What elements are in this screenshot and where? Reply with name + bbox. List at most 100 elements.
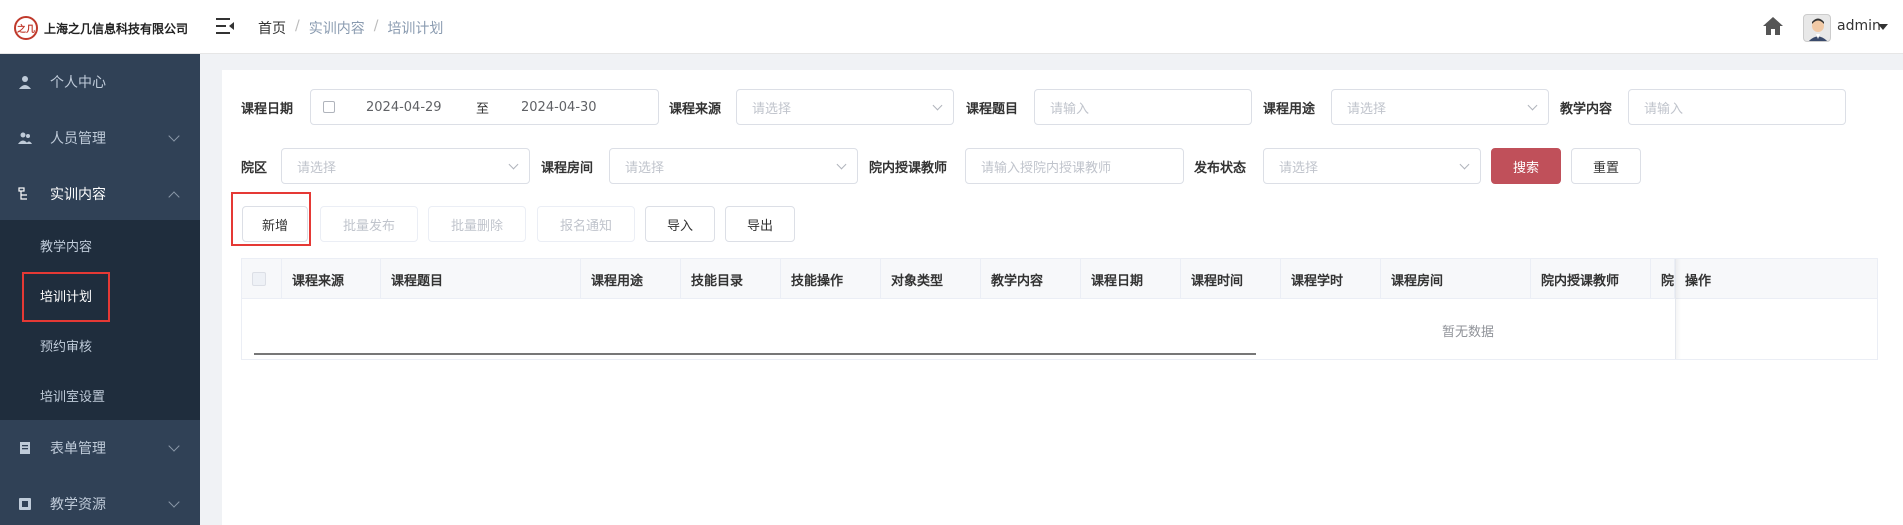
input-placeholder: 请输入 — [1644, 101, 1684, 117]
sidebar-item-label: 教学资源 — [50, 497, 106, 513]
chevron-down-icon — [168, 440, 180, 452]
export-button[interactable]: 导出 — [725, 206, 795, 242]
submenu-item-label: 预约审核 — [40, 339, 93, 355]
input-placeholder: 请输入授院内授课教师 — [981, 160, 1112, 176]
chevron-down-icon — [168, 496, 180, 508]
chevron-up-icon — [168, 191, 180, 203]
chevron-down-icon — [836, 159, 847, 170]
horizontal-scrollbar[interactable] — [254, 353, 1256, 355]
user-name[interactable]: admin — [1837, 18, 1881, 34]
breadcrumb-training-content[interactable]: 实训内容 — [309, 18, 365, 38]
breadcrumb-home[interactable]: 首页 — [258, 18, 286, 38]
submenu-item-reservation-review[interactable]: 预约审核 — [0, 320, 200, 370]
select-placeholder: 请选择 — [297, 160, 337, 176]
submenu-item-label: 教学内容 — [40, 239, 93, 255]
user-icon — [19, 76, 31, 89]
column-header[interactable]: 技能操作 — [781, 259, 881, 299]
publish-status-select[interactable]: 请选择 — [1263, 148, 1481, 184]
sidebar-item-personal-center[interactable]: 个人中心 — [0, 54, 200, 110]
column-header[interactable]: 院内授课教师 — [1531, 259, 1651, 299]
submenu-item-room-settings[interactable]: 培训室设置 — [0, 370, 200, 420]
publish-status-label: 发布状态 — [1194, 161, 1247, 176]
form-icon — [20, 442, 30, 454]
caret-down-icon[interactable] — [1878, 24, 1888, 30]
column-header[interactable]: 对象类型 — [881, 259, 981, 299]
batch-publish-button[interactable]: 批量发布 — [320, 206, 418, 242]
sidebar-item-label: 表单管理 — [50, 441, 106, 457]
chevron-down-icon — [1527, 100, 1538, 111]
select-placeholder: 请选择 — [1279, 160, 1319, 176]
select-all-checkbox[interactable] — [252, 272, 266, 286]
top-header: 之几 上海之几信息科技有限公司 首页 / 实训内容 / 培训计划 admin — [0, 0, 1903, 54]
course-use-select[interactable]: 请选择 — [1331, 89, 1549, 125]
chevron-down-icon — [508, 159, 519, 170]
column-header[interactable]: 课程来源 — [282, 259, 381, 299]
submenu-item-label: 培训室设置 — [40, 389, 106, 405]
chevron-down-icon — [1459, 159, 1470, 170]
course-use-label: 课程用途 — [1263, 102, 1316, 117]
sidebar-item-teaching-resources[interactable]: 教学资源 — [0, 476, 200, 525]
column-header[interactable]: 课程题目 — [381, 259, 581, 299]
breadcrumb: 首页 / 实训内容 / 培训计划 — [258, 18, 444, 38]
table-header: 课程来源 课程题目 课程用途 技能目录 技能操作 对象类型 教学内容 课程日期 … — [242, 259, 1877, 299]
column-header[interactable]: 课程日期 — [1081, 259, 1181, 299]
column-header[interactable]: 课程用途 — [581, 259, 681, 299]
sidebar-item-personnel[interactable]: 人员管理 — [0, 110, 200, 166]
data-table: 课程来源 课程题目 课程用途 技能目录 技能操作 对象类型 教学内容 课程日期 … — [241, 258, 1878, 360]
sidebar-item-label: 个人中心 — [50, 75, 106, 91]
chevron-down-icon — [932, 100, 943, 111]
sidebar-item-form-management[interactable]: 表单管理 — [0, 420, 200, 476]
search-button[interactable]: 搜索 — [1491, 148, 1561, 184]
company-name: 上海之几信息科技有限公司 — [44, 21, 189, 36]
menu-toggle-icon[interactable] — [216, 18, 234, 34]
teacher-input[interactable]: 请输入授院内授课教师 — [965, 148, 1184, 184]
submenu-item-teaching-content[interactable]: 教学内容 — [0, 220, 200, 270]
course-source-select[interactable]: 请选择 — [736, 89, 954, 125]
teach-content-label: 教学内容 — [1560, 102, 1613, 117]
campus-select[interactable]: 请选择 — [281, 148, 530, 184]
home-icon[interactable] — [1762, 16, 1784, 36]
breadcrumb-training-plan: 培训计划 — [387, 21, 444, 37]
resource-icon — [19, 498, 31, 510]
input-placeholder: 请输入 — [1050, 101, 1090, 117]
signup-notice-button[interactable]: 报名通知 — [537, 206, 635, 242]
select-placeholder: 请选择 — [752, 101, 792, 117]
column-header[interactable]: 课程房间 — [1381, 259, 1531, 299]
sidebar-item-label: 实训内容 — [50, 187, 106, 203]
date-separator: 至 — [476, 101, 490, 117]
batch-delete-button[interactable]: 批量删除 — [428, 206, 526, 242]
course-topic-input[interactable]: 请输入 — [1034, 89, 1252, 125]
reset-button[interactable]: 重置 — [1571, 148, 1641, 184]
course-date-label: 课程日期 — [241, 102, 294, 117]
sidebar-item-label: 人员管理 — [50, 131, 106, 147]
users-icon — [18, 132, 32, 144]
highlight-box — [22, 272, 110, 322]
column-header[interactable]: 技能目录 — [681, 259, 781, 299]
column-header[interactable]: 院 — [1651, 259, 1675, 299]
campus-label: 院区 — [241, 161, 268, 176]
table-empty-text: 暂无数据 — [1442, 325, 1495, 340]
import-button[interactable]: 导入 — [645, 206, 715, 242]
avatar[interactable] — [1803, 14, 1831, 42]
sidebar-item-training-content[interactable]: 实训内容 — [0, 166, 200, 222]
date-start[interactable]: 2024-04-29 — [366, 100, 442, 115]
column-header-actions: 操作 — [1685, 273, 1712, 289]
highlight-box — [231, 192, 311, 246]
course-source-label: 课程来源 — [669, 102, 722, 117]
teach-content-input[interactable]: 请输入 — [1628, 89, 1846, 125]
fixed-column-border — [1675, 259, 1676, 359]
company-logo[interactable]: 之几 上海之几信息科技有限公司 — [14, 16, 188, 40]
date-end[interactable]: 2024-04-30 — [521, 100, 597, 115]
select-placeholder: 请选择 — [1347, 101, 1387, 117]
calendar-icon — [323, 101, 335, 113]
select-placeholder: 请选择 — [625, 160, 665, 176]
tree-icon — [18, 187, 27, 200]
column-header[interactable]: 课程时间 — [1181, 259, 1281, 299]
room-label: 课程房间 — [541, 161, 594, 176]
column-header[interactable]: 教学内容 — [981, 259, 1081, 299]
column-header[interactable]: 课程学时 — [1281, 259, 1381, 299]
teacher-label: 院内授课教师 — [869, 161, 948, 176]
course-date-range[interactable]: 2024-04-29 至 2024-04-30 — [310, 89, 659, 125]
room-select[interactable]: 请选择 — [609, 148, 858, 184]
chevron-down-icon — [168, 130, 180, 142]
